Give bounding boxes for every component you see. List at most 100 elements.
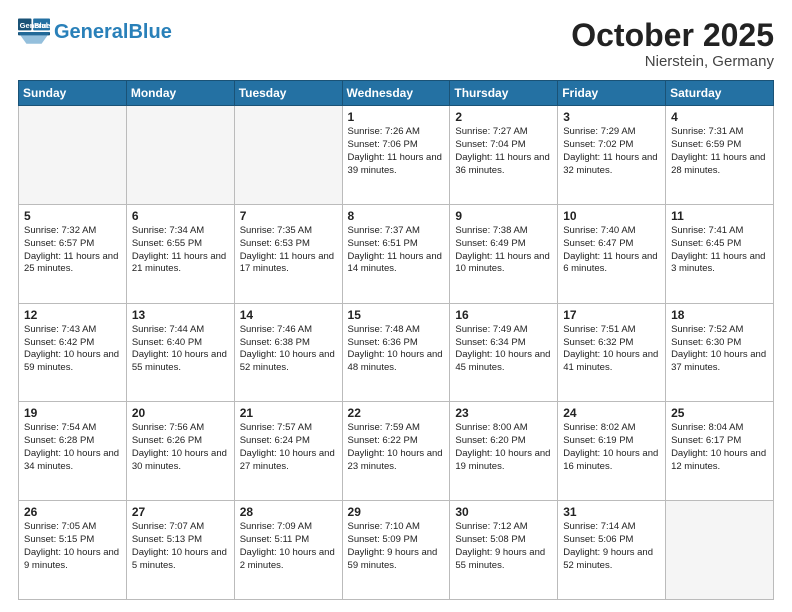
calendar-cell: 23Sunrise: 8:00 AM Sunset: 6:20 PM Dayli… — [450, 402, 558, 501]
day-number: 28 — [240, 505, 337, 519]
calendar-cell: 9 Sunrise: 7:38 AM Sunset: 6:49 PM Daylig… — [450, 204, 558, 303]
day-number: 2 — [455, 110, 552, 124]
calendar-cell: 21 Sunrise: 7:57 AM Sunset: 6:24 PM Dayli… — [234, 402, 342, 501]
logo-icon: General Blue — [18, 18, 50, 46]
cell-content: Sunrise: 7:27 AM Sunset: 7:04 PM Dayligh… — [455, 126, 552, 177]
cell-content: Sunrise: 7:44 AM Sunset: 6:40 PM Dayligh… — [132, 324, 229, 375]
cell-content: Sunrise: 7:46 AM Sunset: 6:38 PM Dayligh… — [240, 324, 337, 375]
calendar-cell: 11Sunrise: 7:41 AM Sunset: 6:45 PM Dayli… — [666, 204, 774, 303]
title-block: October 2025 Nierstein, Germany — [571, 18, 774, 70]
calendar-cell: 18 Sunrise: 7:52 AM Sunset: 6:30 PM Dayli… — [666, 303, 774, 402]
calendar-week-3: 19 Sunrise: 7:54 AM Sunset: 6:28 PM Dayli… — [19, 402, 774, 501]
calendar-cell — [666, 501, 774, 600]
calendar-cell — [234, 106, 342, 205]
day-number: 8 — [348, 209, 445, 223]
day-number: 17 — [563, 308, 660, 322]
calendar-week-0: 1 Sunrise: 7:26 AM Sunset: 7:06 PM Daylig… — [19, 106, 774, 205]
calendar-week-4: 26 Sunrise: 7:05 AM Sunset: 5:15 PM Dayli… — [19, 501, 774, 600]
cell-content: Sunrise: 7:31 AM Sunset: 6:59 PM Dayligh… — [671, 126, 768, 177]
cell-content: Sunrise: 7:26 AM Sunset: 7:06 PM Dayligh… — [348, 126, 445, 177]
calendar-cell: 22 Sunrise: 7:59 AM Sunset: 6:22 PM Dayli… — [342, 402, 450, 501]
calendar-cell: 15 Sunrise: 7:48 AM Sunset: 6:36 PM Dayli… — [342, 303, 450, 402]
cell-content: Sunrise: 7:59 AM Sunset: 6:22 PM Dayligh… — [348, 422, 445, 473]
day-number: 3 — [563, 110, 660, 124]
cell-content: Sunrise: 7:51 AM Sunset: 6:32 PM Dayligh… — [563, 324, 660, 375]
calendar-cell: 4Sunrise: 7:31 AM Sunset: 6:59 PM Daylig… — [666, 106, 774, 205]
day-number: 15 — [348, 308, 445, 322]
cell-content: Sunrise: 7:57 AM Sunset: 6:24 PM Dayligh… — [240, 422, 337, 473]
cell-content: Sunrise: 7:49 AM Sunset: 6:34 PM Dayligh… — [455, 324, 552, 375]
cell-content: Sunrise: 7:41 AM Sunset: 6:45 PM Dayligh… — [671, 225, 768, 276]
calendar-cell: 6 Sunrise: 7:34 AM Sunset: 6:55 PM Daylig… — [126, 204, 234, 303]
calendar-week-2: 12 Sunrise: 7:43 AM Sunset: 6:42 PM Dayli… — [19, 303, 774, 402]
logo: General Blue GeneralBlue — [18, 18, 172, 46]
calendar-cell: 19 Sunrise: 7:54 AM Sunset: 6:28 PM Dayli… — [19, 402, 127, 501]
calendar-week-1: 5Sunrise: 7:32 AM Sunset: 6:57 PM Daylig… — [19, 204, 774, 303]
calendar-cell: 16 Sunrise: 7:49 AM Sunset: 6:34 PM Dayli… — [450, 303, 558, 402]
day-number: 31 — [563, 505, 660, 519]
day-number: 18 — [671, 308, 768, 322]
day-number: 24 — [563, 406, 660, 420]
day-number: 22 — [348, 406, 445, 420]
cell-content: Sunrise: 7:56 AM Sunset: 6:26 PM Dayligh… — [132, 422, 229, 473]
cell-content: Sunrise: 7:37 AM Sunset: 6:51 PM Dayligh… — [348, 225, 445, 276]
col-header-monday: Monday — [126, 81, 234, 106]
day-number: 14 — [240, 308, 337, 322]
calendar-cell: 27 Sunrise: 7:07 AM Sunset: 5:13 PM Dayli… — [126, 501, 234, 600]
calendar-cell: 8 Sunrise: 7:37 AM Sunset: 6:51 PM Daylig… — [342, 204, 450, 303]
calendar-cell: 26 Sunrise: 7:05 AM Sunset: 5:15 PM Dayli… — [19, 501, 127, 600]
cell-content: Sunrise: 7:05 AM Sunset: 5:15 PM Dayligh… — [24, 521, 121, 572]
cell-content: Sunrise: 7:34 AM Sunset: 6:55 PM Dayligh… — [132, 225, 229, 276]
calendar-cell: 1 Sunrise: 7:26 AM Sunset: 7:06 PM Daylig… — [342, 106, 450, 205]
day-number: 12 — [24, 308, 121, 322]
calendar-cell: 7Sunrise: 7:35 AM Sunset: 6:53 PM Daylig… — [234, 204, 342, 303]
day-number: 16 — [455, 308, 552, 322]
logo-text: GeneralBlue — [54, 22, 172, 42]
cell-content: Sunrise: 7:52 AM Sunset: 6:30 PM Dayligh… — [671, 324, 768, 375]
calendar-cell: 13 Sunrise: 7:44 AM Sunset: 6:40 PM Dayli… — [126, 303, 234, 402]
cell-content: Sunrise: 7:48 AM Sunset: 6:36 PM Dayligh… — [348, 324, 445, 375]
col-header-saturday: Saturday — [666, 81, 774, 106]
cell-content: Sunrise: 7:09 AM Sunset: 5:11 PM Dayligh… — [240, 521, 337, 572]
calendar-cell: 17 Sunrise: 7:51 AM Sunset: 6:32 PM Dayli… — [558, 303, 666, 402]
calendar-cell: 10 Sunrise: 7:40 AM Sunset: 6:47 PM Dayli… — [558, 204, 666, 303]
calendar-cell: 31 Sunrise: 7:14 AM Sunset: 5:06 PM Dayli… — [558, 501, 666, 600]
day-number: 19 — [24, 406, 121, 420]
day-number: 26 — [24, 505, 121, 519]
calendar-cell — [19, 106, 127, 205]
header: General Blue GeneralBlue October 2025 Ni… — [18, 18, 774, 70]
calendar-cell: 30Sunrise: 7:12 AM Sunset: 5:08 PM Dayli… — [450, 501, 558, 600]
cell-content: Sunrise: 7:43 AM Sunset: 6:42 PM Dayligh… — [24, 324, 121, 375]
calendar-cell: 12 Sunrise: 7:43 AM Sunset: 6:42 PM Dayli… — [19, 303, 127, 402]
day-number: 6 — [132, 209, 229, 223]
cell-content: Sunrise: 8:04 AM Sunset: 6:17 PM Dayligh… — [671, 422, 768, 473]
cell-content: Sunrise: 7:40 AM Sunset: 6:47 PM Dayligh… — [563, 225, 660, 276]
day-number: 21 — [240, 406, 337, 420]
calendar-cell: 3 Sunrise: 7:29 AM Sunset: 7:02 PM Daylig… — [558, 106, 666, 205]
calendar-table: SundayMondayTuesdayWednesdayThursdayFrid… — [18, 80, 774, 600]
calendar-cell: 29Sunrise: 7:10 AM Sunset: 5:09 PM Dayli… — [342, 501, 450, 600]
day-number: 27 — [132, 505, 229, 519]
page: General Blue GeneralBlue October 2025 Ni… — [0, 0, 792, 612]
cell-content: Sunrise: 7:38 AM Sunset: 6:49 PM Dayligh… — [455, 225, 552, 276]
cell-content: Sunrise: 7:32 AM Sunset: 6:57 PM Dayligh… — [24, 225, 121, 276]
calendar-cell: 20 Sunrise: 7:56 AM Sunset: 6:26 PM Dayli… — [126, 402, 234, 501]
month-title: October 2025 — [571, 18, 774, 53]
cell-content: Sunrise: 7:54 AM Sunset: 6:28 PM Dayligh… — [24, 422, 121, 473]
day-number: 30 — [455, 505, 552, 519]
day-number: 29 — [348, 505, 445, 519]
day-number: 20 — [132, 406, 229, 420]
cell-content: Sunrise: 7:29 AM Sunset: 7:02 PM Dayligh… — [563, 126, 660, 177]
svg-text:Blue: Blue — [34, 21, 50, 30]
col-header-sunday: Sunday — [19, 81, 127, 106]
cell-content: Sunrise: 7:07 AM Sunset: 5:13 PM Dayligh… — [132, 521, 229, 572]
day-number: 13 — [132, 308, 229, 322]
day-number: 23 — [455, 406, 552, 420]
day-number: 1 — [348, 110, 445, 124]
day-number: 10 — [563, 209, 660, 223]
cell-content: Sunrise: 8:02 AM Sunset: 6:19 PM Dayligh… — [563, 422, 660, 473]
day-number: 9 — [455, 209, 552, 223]
calendar-header-row: SundayMondayTuesdayWednesdayThursdayFrid… — [19, 81, 774, 106]
col-header-friday: Friday — [558, 81, 666, 106]
cell-content: Sunrise: 7:14 AM Sunset: 5:06 PM Dayligh… — [563, 521, 660, 572]
